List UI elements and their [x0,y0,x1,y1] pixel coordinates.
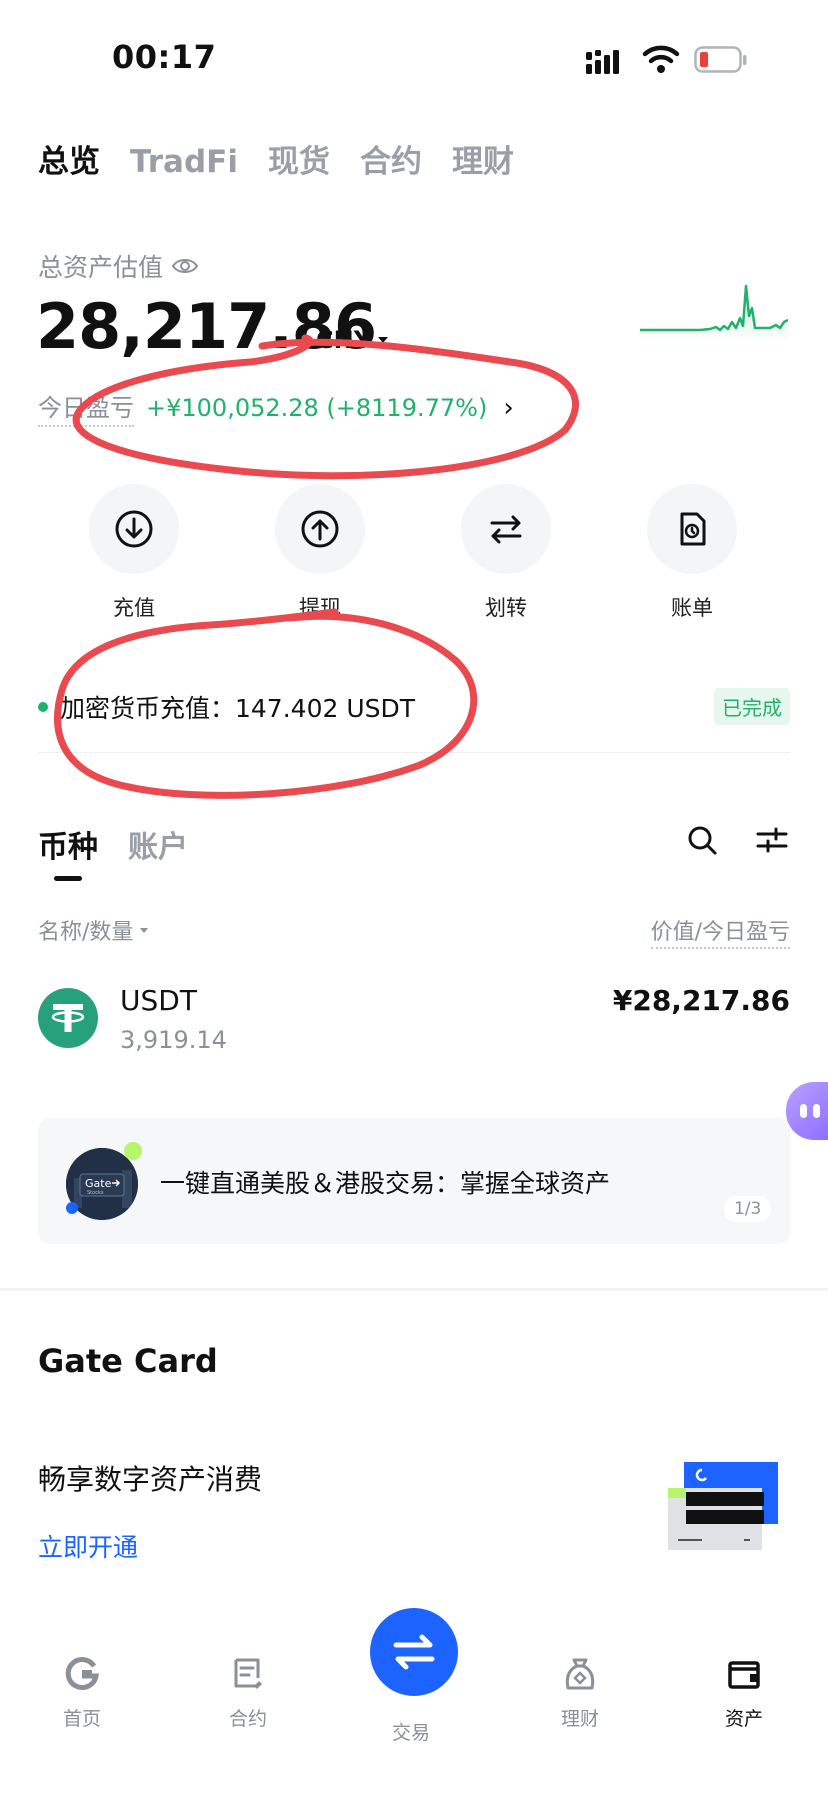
currency-label: CNY [316,326,372,354]
withdraw-icon [301,510,339,548]
home-icon [65,1657,99,1691]
tab-accounts[interactable]: 账户 [128,822,188,866]
deposit-record[interactable]: 加密货币充值：147.402 USDT 已完成 [38,688,790,725]
withdraw-label: 提现 [299,596,341,620]
caret-down-icon [378,337,389,343]
deposit-icon [115,510,153,548]
wifi-icon [642,45,680,73]
today-pnl-value: +¥100,052.28 (+8119.77%) [146,393,488,422]
today-pnl-label: 今日盈亏 [38,388,134,427]
transfer-icon [490,515,522,544]
gate-card-title: Gate Card [38,1342,218,1380]
nav-assets-label: 资产 [724,1708,763,1730]
finance-icon [565,1658,595,1690]
column-header-left: 名称/数量 [38,920,134,945]
nav-earn-label: 理财 [560,1708,599,1730]
bill-button[interactable]: 账单 [646,484,738,622]
sort-name-quantity[interactable]: 名称/数量 [38,914,149,946]
assets-icon [728,1661,760,1689]
open-now-link[interactable]: 立即开通 [38,1528,138,1564]
total-assets-label: 总资产估值 [38,248,199,284]
deposit-label: 充值 [113,596,155,620]
tab-overview[interactable]: 总览 [38,136,100,181]
gate-card-image [668,1462,778,1550]
top-tabs: 总览 TradFi 现货 合约 理财 [38,136,514,181]
nav-trade-label: 交易 [392,1722,431,1744]
coin-tabs: 币种 账户 [38,822,188,866]
cellular-signal-icon [586,50,619,74]
status-dot [38,701,48,712]
search-icon[interactable] [686,824,718,856]
bill-icon [680,512,706,546]
banner-pagination: 1/3 [724,1196,772,1222]
coin-name[interactable]: USDT [120,984,197,1017]
gate-card-subtitle: 畅享数字资产消费 [38,1463,263,1496]
status-time: 00:17 [112,38,217,76]
caret-down-icon [140,927,149,933]
banner-text: 一键直通美股＆港股交易：掌握全球资产 [160,1169,611,1198]
section-divider [0,1288,828,1291]
banner-logo-text: Gate [85,1177,112,1190]
divider [38,752,790,753]
total-assets-label-text: 总资产估值 [38,253,164,282]
banner-logo-subtext: Stocks [87,1190,104,1196]
nav-home-label: 首页 [62,1708,101,1730]
bill-label: 账单 [671,596,713,620]
chat-assistant-button[interactable] [786,1082,828,1140]
tab-coins[interactable]: 币种 [38,822,98,866]
nav-futures-label: 合约 [228,1708,267,1730]
status-badge: 已完成 [714,688,790,725]
column-header-right[interactable]: 价值/今日盈亏 [650,914,790,949]
currency-selector[interactable]: CNY [316,326,389,354]
coin-value: ¥28,217.86 [612,984,790,1017]
deposit-button[interactable]: 充值 [88,484,180,622]
today-pnl-row[interactable]: 今日盈亏 +¥100,052.28 (+8119.77%) › [38,388,514,427]
tab-earn[interactable]: 理财 [452,136,514,181]
battery-icon [694,46,747,73]
trade-button[interactable] [370,1608,458,1696]
nav-home[interactable]: 首页 [32,1656,132,1731]
nav-assets[interactable]: 资产 [694,1656,794,1731]
transfer-label: 划转 [485,596,527,620]
withdraw-button[interactable]: 提现 [274,484,366,622]
nav-earn[interactable]: 理财 [530,1656,630,1731]
nav-futures[interactable]: 合约 [198,1656,298,1731]
chevron-right-icon: › [503,392,514,423]
usdt-icon [38,988,98,1048]
badge-dot [124,1142,142,1160]
tab-futures[interactable]: 合约 [360,136,422,181]
filter-icon[interactable] [756,826,788,854]
coin-quantity: 3,919.14 [120,1026,227,1054]
trade-icon [393,1634,435,1670]
deposit-record-text: 加密货币充值：147.402 USDT [60,693,416,723]
asset-sparkline [640,284,788,344]
badge-dot-small [66,1202,78,1214]
tab-spot[interactable]: 现货 [268,136,330,181]
contract-icon [234,1658,262,1689]
tab-tradfi[interactable]: TradFi [130,144,238,180]
active-tab-indicator [54,876,82,881]
eye-icon[interactable] [171,256,199,276]
transfer-button[interactable]: 划转 [460,484,552,622]
